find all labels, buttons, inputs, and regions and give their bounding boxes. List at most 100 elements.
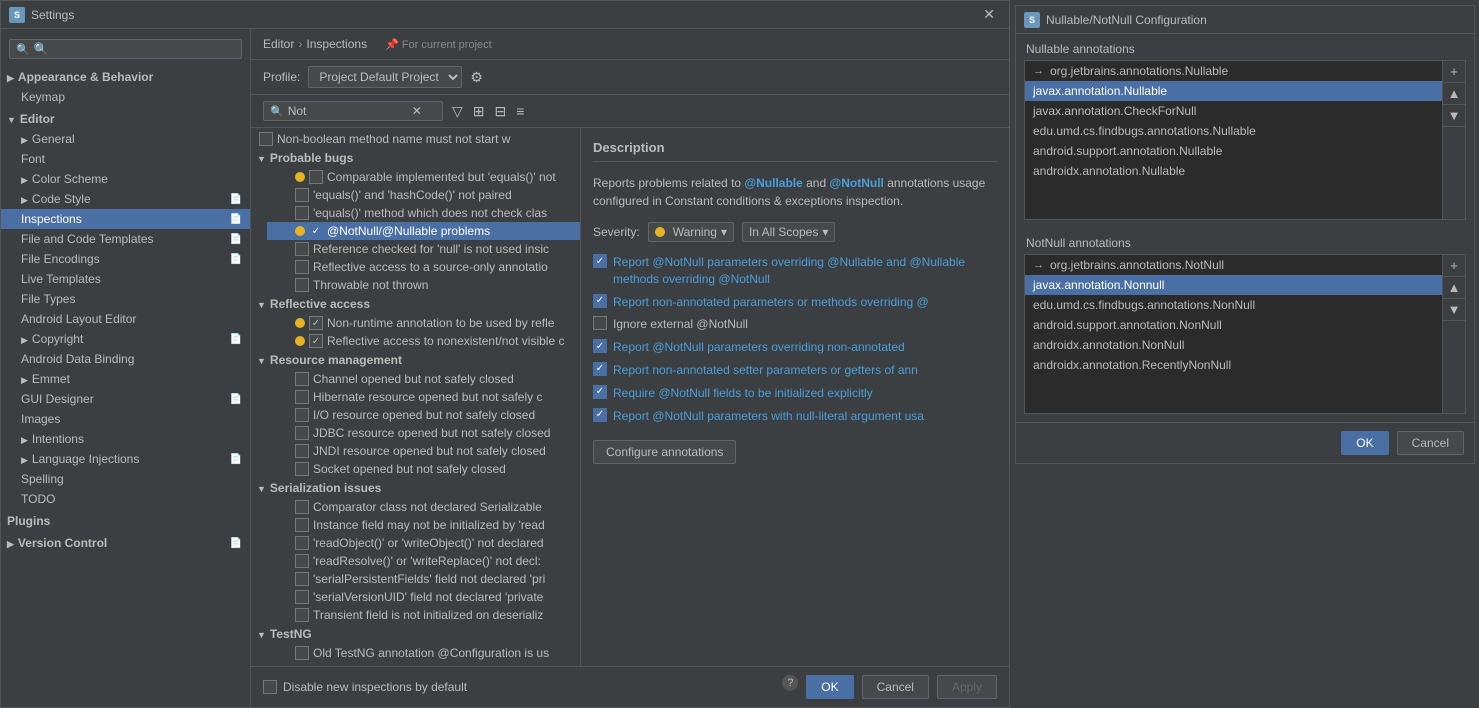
sidebar-item-intentions[interactable]: Intentions: [1, 429, 250, 449]
sidebar-item-spelling[interactable]: Spelling: [1, 469, 250, 489]
annot-item-selected[interactable]: javax.annotation.Nonnull: [1025, 275, 1442, 295]
nullable-cancel-button[interactable]: Cancel: [1397, 431, 1464, 455]
sidebar-item-colorscheme[interactable]: Color Scheme: [1, 169, 250, 189]
sidebar-item-emmet[interactable]: Emmet: [1, 369, 250, 389]
sidebar-item-android-data-binding[interactable]: Android Data Binding: [1, 349, 250, 369]
severity-select[interactable]: Warning ▾: [648, 222, 734, 242]
expand-icon[interactable]: ⊞: [470, 102, 488, 121]
tree-group-probable-bugs[interactable]: Probable bugs: [251, 148, 580, 168]
tree-item-notnull[interactable]: ✓ @NotNull/@Nullable problems: [267, 222, 580, 240]
tree-item[interactable]: Comparator class not declared Serializab…: [267, 498, 580, 516]
option-checkbox-4[interactable]: ✓: [593, 339, 607, 353]
annot-item[interactable]: androidx.annotation.Nullable: [1025, 161, 1442, 181]
annot-item[interactable]: → org.jetbrains.annotations.NotNull: [1025, 255, 1442, 275]
checkbox[interactable]: [295, 462, 309, 476]
option-checkbox-3[interactable]: [593, 316, 607, 330]
tree-item[interactable]: ✓ Non-runtime annotation to be used by r…: [267, 314, 580, 332]
checkbox[interactable]: [295, 260, 309, 274]
tree-item[interactable]: JDBC resource opened but not safely clos…: [267, 424, 580, 442]
checkbox[interactable]: ✓: [309, 334, 323, 348]
sidebar-item-android-layout[interactable]: Android Layout Editor: [1, 309, 250, 329]
option-checkbox-2[interactable]: ✓: [593, 294, 607, 308]
checkbox[interactable]: [295, 426, 309, 440]
sidebar-item-keymap[interactable]: Keymap: [1, 87, 250, 107]
filter-icon[interactable]: ▽: [449, 102, 466, 121]
sidebar-item-file-types[interactable]: File Types: [1, 289, 250, 309]
annot-item[interactable]: → org.jetbrains.annotations.Nullable: [1025, 61, 1442, 81]
tree-item[interactable]: 'serialPersistentFields' field not decla…: [267, 570, 580, 588]
checkbox[interactable]: [295, 608, 309, 622]
checkbox[interactable]: [295, 408, 309, 422]
notnull-add-button[interactable]: +: [1443, 255, 1465, 277]
checkbox[interactable]: ✓: [309, 316, 323, 330]
help-icon[interactable]: ?: [782, 675, 798, 691]
checkbox[interactable]: [295, 590, 309, 604]
notnull-scroll-up-button[interactable]: ▲: [1443, 277, 1465, 299]
nullable-scroll-down-button[interactable]: ▼: [1443, 105, 1465, 127]
cancel-button[interactable]: Cancel: [862, 675, 929, 699]
annot-item[interactable]: javax.annotation.CheckForNull: [1025, 101, 1442, 121]
tree-item[interactable]: 'equals()' method which does not check c…: [267, 204, 580, 222]
checkbox[interactable]: [295, 444, 309, 458]
nullable-scroll-up-button[interactable]: ▲: [1443, 83, 1465, 105]
search-input-wrap[interactable]: 🔍 ✕: [263, 101, 443, 121]
sidebar-item-copyright[interactable]: Copyright 📄: [1, 329, 250, 349]
tree-item[interactable]: Old TestNG annotation @Configuration is …: [267, 644, 580, 662]
checkbox[interactable]: [295, 572, 309, 586]
tree-group-testng[interactable]: TestNG: [251, 624, 580, 644]
profile-select[interactable]: Project Default Project: [308, 66, 462, 88]
scope-select[interactable]: In All Scopes ▾: [742, 222, 835, 242]
checkbox[interactable]: [295, 206, 309, 220]
option-checkbox-1[interactable]: ✓: [593, 254, 607, 268]
apply-button[interactable]: Apply: [937, 675, 997, 699]
annot-item[interactable]: android.support.annotation.Nullable: [1025, 141, 1442, 161]
sidebar-item-images[interactable]: Images: [1, 409, 250, 429]
sidebar-item-appearance[interactable]: Appearance & Behavior: [1, 65, 250, 87]
sidebar-search-wrap[interactable]: 🔍: [9, 39, 242, 59]
annot-item[interactable]: androidx.annotation.NonNull: [1025, 335, 1442, 355]
inspections-search-input[interactable]: [288, 104, 408, 118]
option-checkbox-5[interactable]: ✓: [593, 362, 607, 376]
tree-item[interactable]: I/O resource opened but not safely close…: [267, 406, 580, 424]
tree-item[interactable]: Socket opened but not safely closed: [267, 460, 580, 478]
tree-group-serialization[interactable]: Serialization issues: [251, 478, 580, 498]
tree-item[interactable]: Throwable not thrown: [267, 276, 580, 294]
checkbox[interactable]: [295, 536, 309, 550]
notnull-list[interactable]: → org.jetbrains.annotations.NotNull java…: [1024, 254, 1443, 414]
checkbox[interactable]: [259, 132, 273, 146]
sidebar-item-language-injections[interactable]: Language Injections 📄: [1, 449, 250, 469]
checkbox[interactable]: [295, 278, 309, 292]
annot-item[interactable]: edu.umd.cs.findbugs.annotations.NonNull: [1025, 295, 1442, 315]
tree-item[interactable]: JNDI resource opened but not safely clos…: [267, 442, 580, 460]
sidebar-item-file-encodings[interactable]: File Encodings 📄: [1, 249, 250, 269]
tree-item[interactable]: Reflective access to a source-only annot…: [267, 258, 580, 276]
checkbox[interactable]: [295, 372, 309, 386]
tree-group-reflective[interactable]: Reflective access: [251, 294, 580, 314]
option-checkbox-6[interactable]: ✓: [593, 385, 607, 399]
sidebar-item-editor[interactable]: Editor: [1, 107, 250, 129]
sidebar-item-live-templates[interactable]: Live Templates: [1, 269, 250, 289]
option-checkbox-7[interactable]: ✓: [593, 408, 607, 422]
sidebar-item-inspections[interactable]: Inspections 📄: [1, 209, 250, 229]
annot-item[interactable]: androidx.annotation.RecentlyNonNull: [1025, 355, 1442, 375]
sidebar-search-input[interactable]: [34, 42, 235, 56]
list-icon[interactable]: ≡: [513, 102, 527, 121]
tree-item[interactable]: Comparable implemented but 'equals()' no…: [267, 168, 580, 186]
checkbox[interactable]: [295, 242, 309, 256]
disable-checkbox[interactable]: [263, 680, 277, 694]
close-button[interactable]: ✕: [977, 4, 1001, 25]
search-clear-icon[interactable]: ✕: [412, 104, 422, 118]
sidebar-item-font[interactable]: Font: [1, 149, 250, 169]
checkbox[interactable]: [309, 170, 323, 184]
tree-item[interactable]: Hibernate resource opened but not safely…: [267, 388, 580, 406]
ok-button[interactable]: OK: [806, 675, 853, 699]
tree-item[interactable]: 'serialVersionUID' field not declared 'p…: [267, 588, 580, 606]
checkbox[interactable]: ✓: [309, 224, 323, 238]
collapse-icon[interactable]: ⊟: [492, 102, 510, 121]
tree-item[interactable]: Instance field may not be initialized by…: [267, 516, 580, 534]
sidebar-item-codestyle[interactable]: Code Style 📄: [1, 189, 250, 209]
nullable-ok-button[interactable]: OK: [1341, 431, 1388, 455]
sidebar-item-file-code-templates[interactable]: File and Code Templates 📄: [1, 229, 250, 249]
tree-item[interactable]: Reference checked for 'null' is not used…: [267, 240, 580, 258]
annot-item-selected[interactable]: javax.annotation.Nullable: [1025, 81, 1442, 101]
